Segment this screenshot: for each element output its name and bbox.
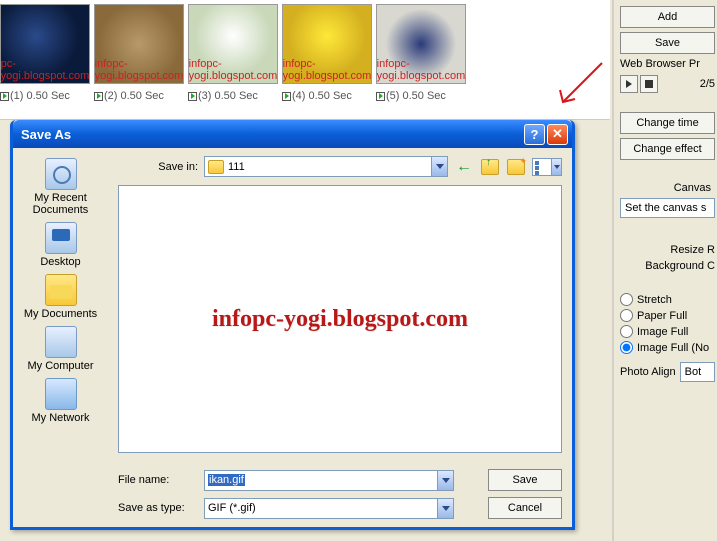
canvas-note-field[interactable]: Set the canvas s (620, 198, 715, 218)
place-mynetwork[interactable]: My Network (16, 376, 106, 426)
dialog-title: Save As (17, 127, 522, 142)
play-icon (94, 92, 103, 101)
savein-value: 111 (228, 161, 245, 173)
folder-icon (208, 160, 224, 174)
change-effect-button[interactable]: Change effect (620, 138, 715, 160)
saveastype-value: GIF (*.gif) (208, 502, 256, 514)
filename-value: ikan.gif (208, 474, 245, 486)
savein-label: Save in: (118, 161, 198, 173)
thumb-caption: (4) 0.50 Sec (292, 90, 352, 102)
thumbnail-3[interactable]: infopc-yogi.blogspot.com (3) 0.50 Sec (188, 4, 278, 102)
desktop-icon (45, 222, 77, 254)
recent-icon (45, 158, 77, 190)
right-panel: Add Save Web Browser Pr 2/5 Change time … (612, 0, 717, 541)
close-button[interactable]: ✕ (547, 124, 568, 145)
place-desktop[interactable]: Desktop (16, 220, 106, 270)
progress-text: 2/5 (700, 78, 715, 90)
play-icon (0, 92, 9, 101)
radio-image-full[interactable]: Image Full (620, 325, 715, 338)
thumb-image: infopc-yogi.blogspot.com (188, 4, 278, 84)
back-button[interactable]: ← (454, 157, 474, 177)
filename-input[interactable]: ikan.gif (204, 470, 454, 491)
web-browser-label: Web Browser Pr (620, 58, 715, 70)
up-one-level-button[interactable] (480, 157, 500, 177)
play-icon (376, 92, 385, 101)
computer-icon (45, 326, 77, 358)
documents-icon (45, 274, 77, 306)
network-icon (45, 378, 77, 410)
thumbnail-4[interactable]: infopc-yogi.blogspot.com (4) 0.50 Sec (282, 4, 372, 102)
play-button[interactable] (620, 75, 638, 93)
chevron-down-icon[interactable] (431, 157, 447, 176)
dialog-titlebar[interactable]: Save As ? ✕ (13, 120, 572, 148)
folder-up-icon (481, 159, 499, 175)
thumb-image: infopc-yogi.blogspot.com (376, 4, 466, 84)
place-recent[interactable]: My Recent Documents (16, 156, 106, 218)
radio-stretch[interactable]: Stretch (620, 293, 715, 306)
save-button[interactable]: Save (620, 32, 715, 54)
stop-button[interactable] (640, 75, 658, 93)
chevron-down-icon[interactable] (437, 471, 453, 490)
view-menu-dropdown[interactable] (552, 158, 562, 176)
thumbnail-5[interactable]: infopc-yogi.blogspot.com (5) 0.50 Sec (376, 4, 466, 102)
thumb-image: infopc-yogi.blogspot.com (282, 4, 372, 84)
dialog-cancel-button[interactable]: Cancel (488, 497, 562, 519)
new-folder-button[interactable] (506, 157, 526, 177)
view-menu-button[interactable] (532, 158, 552, 176)
play-icon (282, 92, 291, 101)
place-mycomputer[interactable]: My Computer (16, 324, 106, 374)
thumb-caption: (2) 0.50 Sec (104, 90, 164, 102)
thumb-caption: (3) 0.50 Sec (198, 90, 258, 102)
radio-paper-full[interactable]: Paper Full (620, 309, 715, 322)
play-icon (188, 92, 197, 101)
save-as-dialog: Save As ? ✕ My Recent Documents Desktop … (10, 120, 575, 530)
place-mydocuments[interactable]: My Documents (16, 272, 106, 322)
new-folder-icon (507, 159, 525, 175)
thumbnail-1[interactable]: pc-yogi.blogspot.com (1) 0.50 Sec (0, 4, 90, 102)
thumb-image: pc-yogi.blogspot.com (0, 4, 90, 84)
thumbnail-strip: pc-yogi.blogspot.com (1) 0.50 Sec infopc… (0, 0, 610, 120)
help-button[interactable]: ? (524, 124, 545, 145)
watermark-text: infopc-yogi.blogspot.com (212, 306, 468, 333)
annotation-arrow-icon (555, 60, 605, 110)
bgcolor-label: Background C (620, 260, 715, 272)
thumb-caption: (5) 0.50 Sec (386, 90, 446, 102)
places-bar: My Recent Documents Desktop My Documents… (13, 148, 108, 527)
file-list-area[interactable]: infopc-yogi.blogspot.com (118, 185, 562, 453)
add-button[interactable]: Add (620, 6, 715, 28)
canvas-label: Canvas (620, 182, 715, 194)
thumb-caption: (1) 0.50 Sec (10, 90, 70, 102)
thumbnail-2[interactable]: infopc-yogi.blogspot.com (2) 0.50 Sec (94, 4, 184, 102)
saveastype-combo[interactable]: GIF (*.gif) (204, 498, 454, 519)
thumb-image: infopc-yogi.blogspot.com (94, 4, 184, 84)
savein-combo[interactable]: 111 (204, 156, 448, 177)
saveastype-label: Save as type: (118, 502, 198, 514)
chevron-down-icon[interactable] (437, 499, 453, 518)
filename-label: File name: (118, 474, 198, 486)
dialog-save-button[interactable]: Save (488, 469, 562, 491)
resize-label: Resize R (620, 244, 715, 256)
photo-align-label: Photo Align (620, 366, 676, 378)
photo-align-select[interactable]: Bot (680, 362, 715, 382)
change-time-button[interactable]: Change time (620, 112, 715, 134)
radio-image-full-no[interactable]: Image Full (No (620, 341, 715, 354)
